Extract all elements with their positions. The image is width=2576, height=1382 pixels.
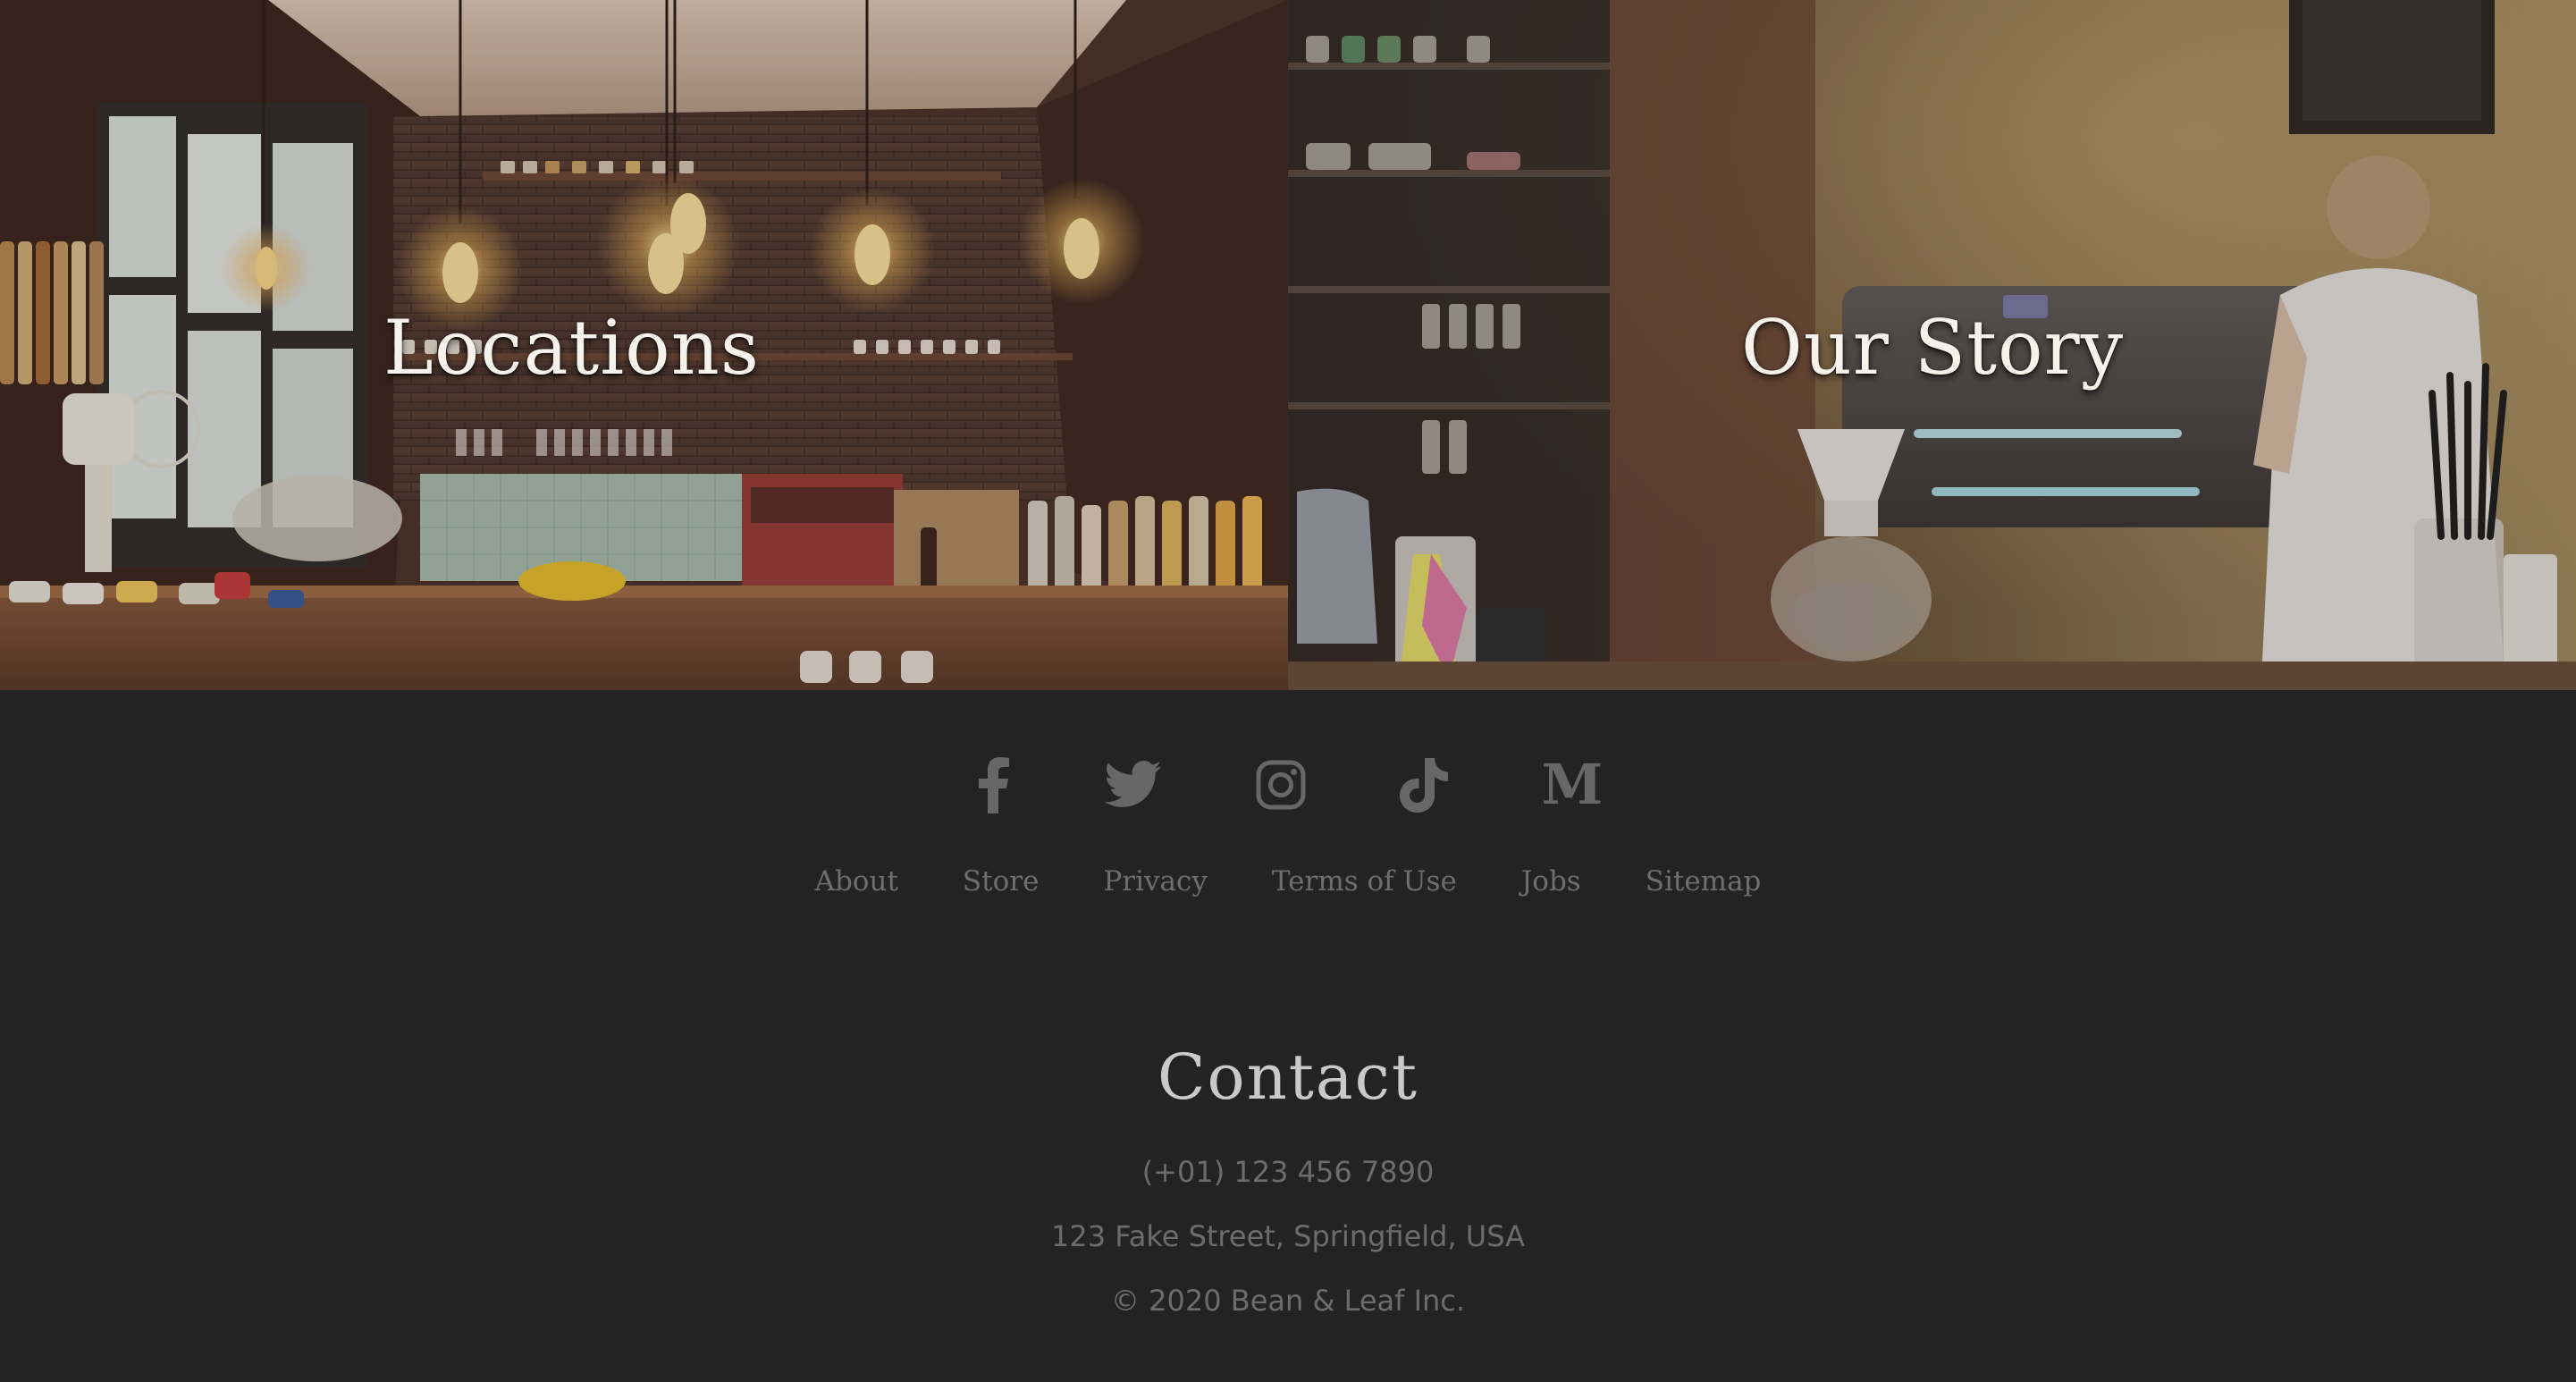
nav-store[interactable]: Store [963, 865, 1040, 897]
social-links: M [0, 749, 2576, 821]
tiktok-link[interactable] [1388, 749, 1460, 821]
our-story-tile[interactable]: Our Story [1288, 0, 2576, 690]
nav-jobs[interactable]: Jobs [1521, 865, 1581, 897]
twitter-icon [1104, 761, 1162, 807]
instagram-link[interactable] [1245, 749, 1317, 821]
contact-heading: Contact [1158, 1041, 1418, 1114]
site-footer: M About Store Privacy Terms of Use Jobs … [0, 690, 2576, 1382]
nav-privacy[interactable]: Privacy [1103, 865, 1207, 897]
locations-tile[interactable]: Locations [0, 0, 1288, 690]
nav-sitemap[interactable]: Sitemap [1646, 865, 1762, 897]
contact-address: 123 Fake Street, Springfield, USA [1050, 1219, 1526, 1253]
locations-title[interactable]: Locations [0, 304, 1288, 392]
copyright-notice: © 2020 Bean & Leaf Inc. [1110, 1284, 1466, 1318]
nav-about[interactable]: About [815, 865, 898, 897]
facebook-icon [979, 757, 1009, 813]
medium-icon: M [1541, 752, 1604, 817]
contact-phone: (+01) 123 456 7890 [1141, 1155, 1435, 1189]
nav-terms-of-use[interactable]: Terms of Use [1272, 865, 1457, 897]
facebook-link[interactable] [957, 749, 1029, 821]
tiktok-icon [1400, 758, 1448, 813]
medium-link[interactable]: M [1536, 749, 1607, 821]
our-story-title[interactable]: Our Story [1288, 304, 2576, 392]
twitter-link[interactable] [1098, 749, 1169, 821]
footer-nav: About Store Privacy Terms of Use Jobs Si… [0, 865, 2576, 897]
instagram-icon [1256, 760, 1306, 810]
hero-tiles: Locations Our Story [0, 0, 2576, 690]
